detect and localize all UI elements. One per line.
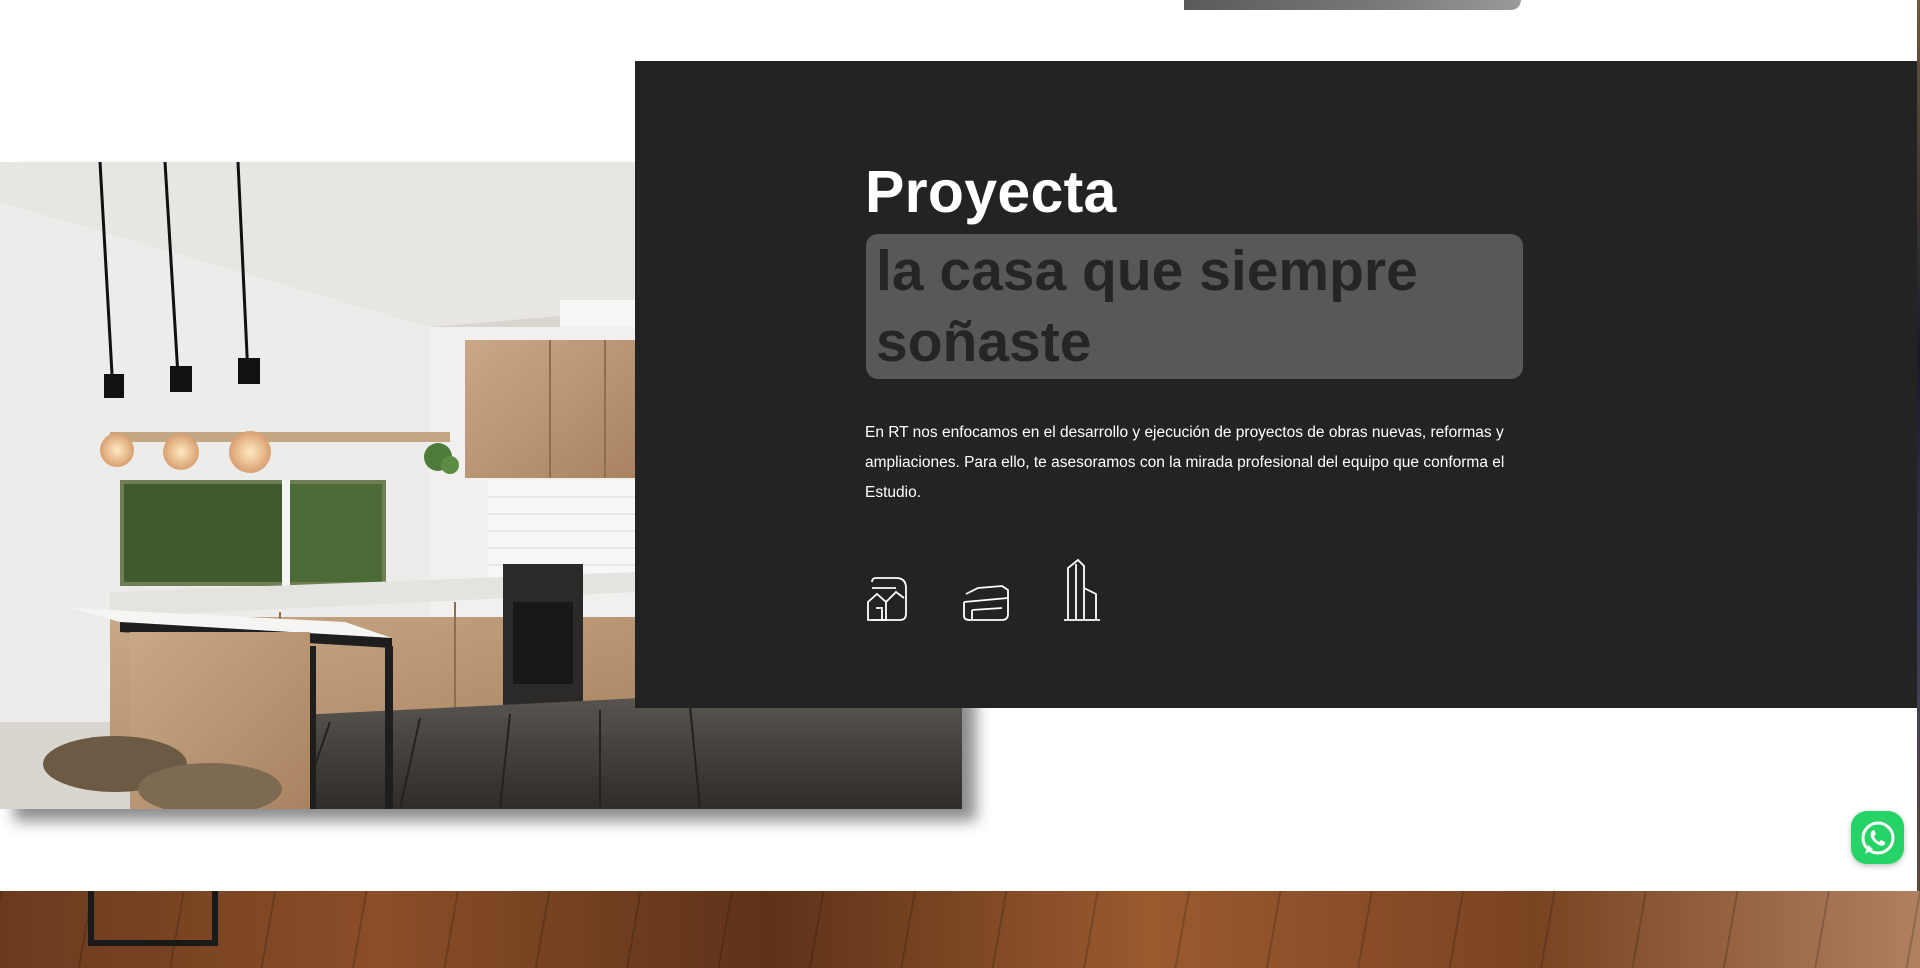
hero-headline: Proyecta [865, 159, 1117, 225]
tower-building-icon [1064, 558, 1100, 621]
floor-image-strip [0, 891, 1920, 968]
house-outline-icon [867, 577, 907, 621]
hero-description: En RT nos enfocamos en el desarrollo y e… [865, 424, 1505, 501]
hero-panel [635, 61, 1917, 708]
whatsapp-icon [1861, 821, 1894, 854]
stool-silhouette [88, 891, 218, 946]
hero-subheadline: la casa que siempre soñaste [876, 239, 1418, 374]
top-image-fragment [1184, 0, 1521, 10]
modern-building-icon [963, 585, 1009, 621]
whatsapp-button[interactable] [1851, 811, 1904, 864]
